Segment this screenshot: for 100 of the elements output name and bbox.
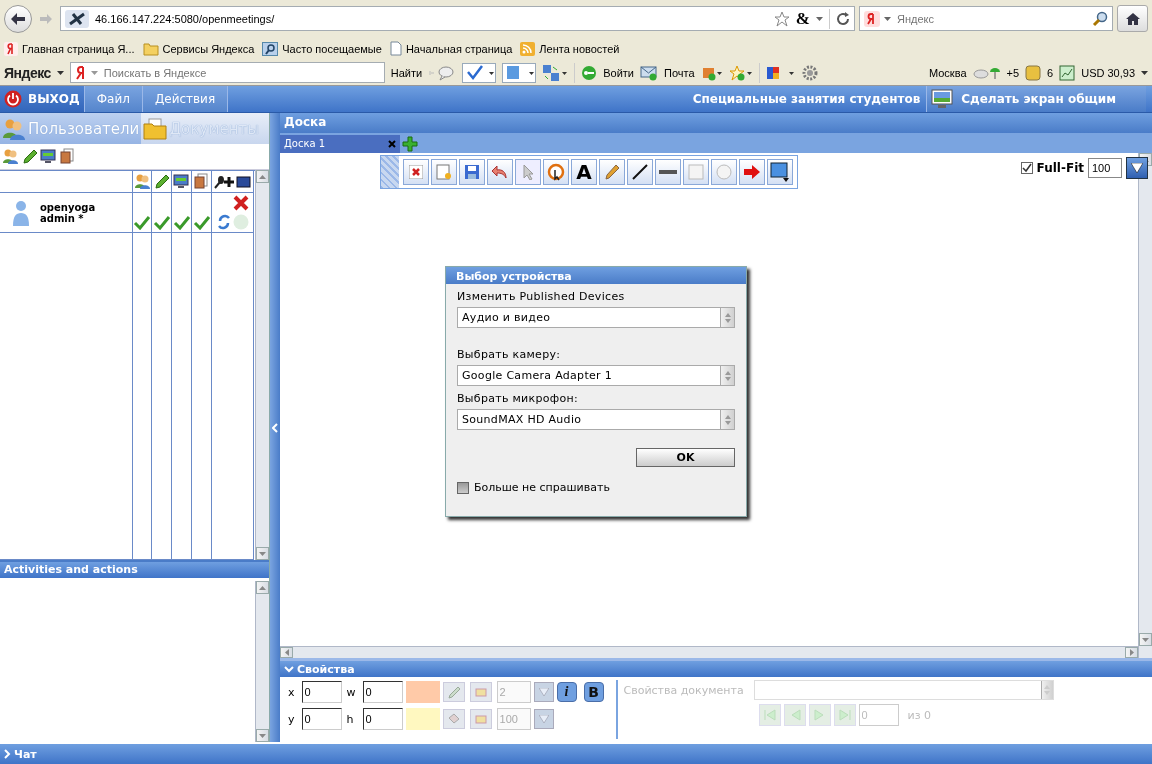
- city-label[interactable]: Москва: [928, 66, 967, 79]
- undo-button[interactable]: [487, 159, 513, 185]
- whiteboard-tab[interactable]: Доска 1: [280, 134, 400, 153]
- scrollbar[interactable]: [255, 581, 269, 742]
- traffic-label[interactable]: 6: [1047, 66, 1054, 79]
- reload-icon[interactable]: [836, 11, 850, 26]
- ellipse-tool[interactable]: [711, 159, 737, 185]
- search-input[interactable]: Яндекс: [895, 11, 1088, 26]
- document-icon[interactable]: [59, 148, 76, 165]
- scrollbar[interactable]: [255, 170, 269, 560]
- cursor-arrow-icon: [522, 164, 534, 180]
- checkmark-icon[interactable]: [152, 214, 171, 230]
- find-button[interactable]: Найти: [390, 66, 423, 79]
- bookmark-item[interactable]: Начальная страница: [389, 41, 513, 56]
- full-fit-checkbox[interactable]: [1020, 162, 1033, 174]
- mail-button[interactable]: Почта: [664, 66, 695, 79]
- right-arrow-icon[interactable]: [1129, 649, 1134, 656]
- spellcheck-icon[interactable]: [462, 62, 497, 83]
- settings-icon[interactable]: [801, 64, 818, 81]
- dropdown-caret-icon[interactable]: [1141, 70, 1148, 75]
- yandex-logo[interactable]: Яндекс: [4, 64, 51, 81]
- login-button[interactable]: Войти: [603, 66, 634, 79]
- panel-header[interactable]: Свойства: [280, 661, 1152, 677]
- zoom-field[interactable]: 100: [1088, 158, 1122, 178]
- italic-button[interactable]: i: [556, 682, 577, 702]
- address-bar[interactable]: 46.166.147.224:5080/openmeetings/ &: [60, 6, 855, 31]
- close-icon[interactable]: [388, 139, 396, 148]
- bookmark-star-icon[interactable]: [773, 10, 790, 27]
- panel-header[interactable]: Чат: [0, 742, 1152, 764]
- back-button[interactable]: [4, 4, 32, 33]
- clear-button[interactable]: [403, 159, 429, 185]
- up-arrow-icon[interactable]: [259, 174, 266, 179]
- number-field[interactable]: 0: [362, 708, 403, 730]
- fill-color-button[interactable]: [442, 709, 465, 729]
- bookmark-item[interactable]: Лента новостей: [520, 41, 620, 56]
- add-plus-icon[interactable]: [402, 135, 418, 152]
- down-arrow-icon[interactable]: [1142, 637, 1149, 642]
- envelope-icon: [640, 64, 658, 81]
- checkmark-icon[interactable]: [172, 214, 191, 230]
- up-arrow-icon[interactable]: [259, 585, 266, 590]
- scrollbar[interactable]: [1138, 153, 1152, 658]
- currency-label[interactable]: USD 30,93: [1081, 66, 1135, 79]
- temperature-label[interactable]: +5: [1006, 66, 1020, 79]
- search-input[interactable]: Поискать в Яндексе: [101, 65, 380, 80]
- pen-tool[interactable]: [599, 159, 625, 185]
- text-tool[interactable]: A: [571, 159, 597, 185]
- dropdown-caret-icon[interactable]: [816, 16, 823, 21]
- save-button[interactable]: [459, 159, 485, 185]
- checkmark-icon[interactable]: [133, 214, 151, 230]
- new-document-button[interactable]: [431, 159, 457, 185]
- selection-tool[interactable]: [767, 159, 793, 185]
- dropdown-caret-icon[interactable]: [56, 70, 64, 75]
- toggle-button[interactable]: [469, 709, 492, 729]
- search-field[interactable]: Яндекс: [859, 6, 1113, 31]
- monitor-icon[interactable]: [40, 148, 57, 165]
- color-swatch[interactable]: [405, 681, 440, 703]
- letter-ya-icon: [74, 64, 87, 81]
- users-icon[interactable]: [2, 148, 19, 165]
- device-dropdown[interactable]: Google Camera Adapter 1: [457, 365, 735, 386]
- checkbox[interactable]: [457, 481, 469, 494]
- device-dropdown[interactable]: Аудио и видео: [457, 307, 735, 328]
- bold-button[interactable]: B: [583, 682, 604, 702]
- star-icon[interactable]: [728, 64, 753, 81]
- down-arrow-icon[interactable]: [259, 733, 266, 738]
- underline-tool[interactable]: [655, 159, 681, 185]
- line-tool[interactable]: [627, 159, 653, 185]
- search-field[interactable]: Поискать в Яндексе: [69, 62, 385, 83]
- pencil-icon[interactable]: [21, 148, 38, 165]
- zoom-dropdown-button[interactable]: [1126, 157, 1148, 179]
- line-color-button[interactable]: [442, 682, 465, 702]
- user-silhouette-icon: [12, 199, 30, 226]
- left-arrow-icon[interactable]: [284, 649, 289, 656]
- number-field[interactable]: 0: [301, 681, 342, 703]
- ampersand-glyph[interactable]: &: [795, 8, 810, 29]
- bookmark-item[interactable]: Часто посещаемые: [262, 41, 382, 56]
- arrow-tool[interactable]: [739, 159, 765, 185]
- bookmark-item[interactable]: Главная страница Я...: [4, 41, 135, 56]
- device-dropdown[interactable]: SoundMAX HD Audio: [457, 409, 735, 430]
- bookmark-item[interactable]: Сервисы Яндекса: [142, 41, 255, 56]
- zoom-tool[interactable]: [543, 159, 569, 185]
- dropdown-caret-icon[interactable]: [884, 16, 891, 21]
- checkmark-icon[interactable]: [192, 214, 211, 230]
- ok-button[interactable]: OK: [636, 448, 735, 467]
- number-field[interactable]: 0: [362, 681, 403, 703]
- scrollbar[interactable]: [280, 646, 1138, 658]
- collapse-handle[interactable]: [270, 113, 280, 742]
- down-arrow-icon[interactable]: [259, 551, 266, 556]
- dropdown-button[interactable]: [533, 682, 554, 702]
- color-swatch[interactable]: [405, 708, 440, 730]
- speech-bubble-icon[interactable]: [428, 64, 457, 81]
- number-field[interactable]: 0: [301, 708, 342, 730]
- delete-cross-icon[interactable]: [233, 195, 249, 211]
- search-icon[interactable]: [1092, 10, 1108, 27]
- home-button[interactable]: [1117, 5, 1148, 32]
- translate-icon[interactable]: [542, 63, 569, 82]
- dropdown-button[interactable]: [533, 709, 554, 729]
- exit-button[interactable]: ВЫХОД: [0, 86, 85, 112]
- toggle-button[interactable]: [469, 682, 492, 702]
- translate-icon[interactable]: [502, 62, 537, 83]
- refresh-arrows-icon[interactable]: [218, 214, 230, 230]
